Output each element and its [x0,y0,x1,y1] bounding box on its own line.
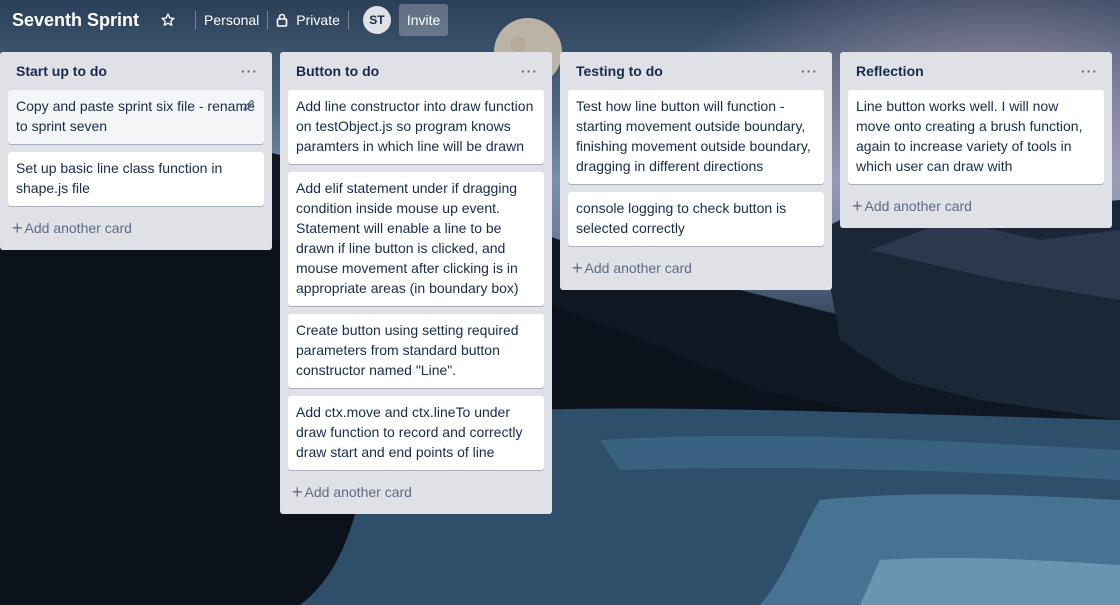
add-card-label: Add another card [864,198,972,214]
card-title: Copy and paste sprint six file - rename … [16,98,255,134]
add-card-button[interactable]: + Add another card [288,478,544,506]
card-title: Create button using setting required par… [296,322,519,378]
list-start-up-to-do: Start up to do ··· Copy and paste sprint… [0,52,272,250]
star-icon [161,13,175,26]
add-card-button[interactable]: + Add another card [848,192,1104,220]
list-menu-button[interactable]: ··· [241,63,258,79]
list-header[interactable]: Reflection ··· [848,52,1104,90]
card[interactable]: Test how line button will function - sta… [568,90,824,184]
plus-icon: + [292,482,303,502]
card-title: Add ctx.move and ctx.lineTo under draw f… [296,404,523,460]
list-button-to-do: Button to do ··· Add line constructor in… [280,52,552,514]
pencil-icon[interactable] [242,98,256,112]
board-header: Seventh Sprint Personal Private ST Invit… [0,0,1120,40]
header-divider [347,11,349,29]
add-card-label: Add another card [584,260,692,276]
star-board-button[interactable] [153,5,183,35]
add-card-label: Add another card [304,484,412,500]
card-title: Set up basic line class function in shap… [16,160,223,196]
visibility-button[interactable]: Private [276,12,340,28]
card[interactable]: Set up basic line class function in shap… [8,152,264,206]
lock-icon [276,13,288,27]
board-title[interactable]: Seventh Sprint [12,10,139,31]
list-title[interactable]: Reflection [856,63,924,79]
card[interactable]: Add ctx.move and ctx.lineTo under draw f… [288,396,544,470]
add-card-button[interactable]: + Add another card [568,254,824,282]
list-menu-button[interactable]: ··· [521,63,538,79]
card-title: Add line constructor into draw function … [296,98,534,154]
card[interactable]: Copy and paste sprint six file - rename … [8,90,264,144]
list-menu-button[interactable]: ··· [1081,63,1098,79]
list-title[interactable]: Start up to do [16,63,107,79]
header-divider [267,11,269,29]
list-header[interactable]: Start up to do ··· [8,52,264,90]
list-title[interactable]: Button to do [296,63,379,79]
visibility-label: Private [296,12,340,28]
card-title: Line button works well. I will now move … [856,98,1083,174]
header-divider [195,11,197,29]
list-header[interactable]: Button to do ··· [288,52,544,90]
invite-button[interactable]: Invite [398,4,449,36]
list-title[interactable]: Testing to do [576,63,663,79]
team-button[interactable]: Personal [204,12,259,28]
card-title: Add elif statement under if dragging con… [296,180,519,296]
list-reflection: Reflection ··· Line button works well. I… [840,52,1112,228]
list-menu-button[interactable]: ··· [801,63,818,79]
list-testing-to-do: Testing to do ··· Test how line button w… [560,52,832,290]
add-card-label: Add another card [24,220,132,236]
card[interactable]: console logging to check button is selec… [568,192,824,246]
card-title: console logging to check button is selec… [576,200,787,236]
card[interactable]: Add elif statement under if dragging con… [288,172,544,306]
card[interactable]: Add line constructor into draw function … [288,90,544,164]
plus-icon: + [572,258,583,278]
card-title: Test how line button will function - sta… [576,98,811,174]
member-avatar[interactable]: ST [362,6,391,34]
add-card-button[interactable]: + Add another card [8,214,264,242]
plus-icon: + [12,218,23,238]
plus-icon: + [852,196,863,216]
card[interactable]: Create button using setting required par… [288,314,544,388]
list-header[interactable]: Testing to do ··· [568,52,824,90]
card[interactable]: Line button works well. I will now move … [848,90,1104,184]
